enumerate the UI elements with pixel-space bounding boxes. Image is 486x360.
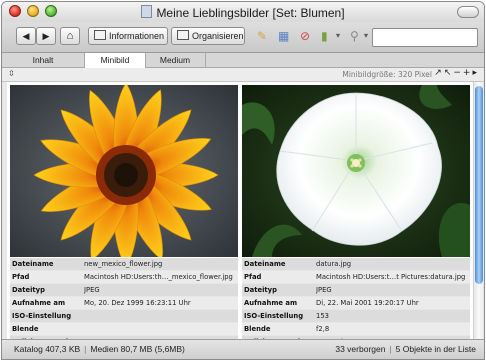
vertical-scrollbar[interactable]	[473, 82, 484, 340]
table-row: Blende	[10, 323, 238, 336]
sunflower-image	[10, 85, 238, 257]
battery-icon[interactable]: ▮	[321, 29, 328, 43]
table-row: Dateityp JPEG	[10, 284, 238, 297]
tab-inhalt[interactable]: Inhalt	[2, 53, 85, 67]
share-dropdown-icon[interactable]: ▾	[364, 29, 368, 43]
sort-icon[interactable]: ⇳	[8, 69, 15, 78]
status-bar: Katalog 407,3 KB | Medien 80,7 MB (5,6MB) …	[2, 339, 484, 359]
table-row: Blende f2,8	[242, 323, 470, 336]
thumbnail-toolbar: ⇳ Minibildgröße: 320 Pixel ↗↖−+▸	[2, 68, 484, 82]
table-row: Dateiname datura.jpg	[242, 258, 470, 271]
photo-datura[interactable]	[242, 85, 470, 257]
hidden-count: 33 verborgen	[335, 344, 386, 354]
catalog-size: Katalog 407,3 KB	[14, 344, 81, 354]
home-icon: ⌂	[66, 30, 74, 42]
battery-dropdown-icon[interactable]: ▾	[336, 29, 340, 43]
organize-icon	[177, 30, 189, 40]
share-icon[interactable]: ⚲	[350, 29, 359, 43]
info-button[interactable]: Informationen	[88, 27, 168, 45]
magic-wand-icon[interactable]: ✎	[257, 29, 267, 43]
delete-icon[interactable]: ⊘	[300, 29, 310, 43]
more-icon[interactable]: ▸	[472, 68, 479, 78]
table-row: Pfad Macintosh HD:Users:th…_mexico_flower…	[10, 271, 238, 284]
document-icon	[141, 5, 153, 18]
forward-button[interactable]: ▶	[36, 27, 56, 45]
table-row: ISO-Einstellung 153	[242, 310, 470, 323]
media-size: Medien 80,7 MB (5,6MB)	[90, 344, 185, 354]
expand-icon[interactable]: ↗	[434, 68, 444, 78]
metadata-table: Dateiname datura.jpg Pfad Macintosh HD:Use…	[242, 258, 470, 349]
app-window: Meine Lieblingsbilder [Set: Blumen] ◀ ▶ …	[1, 1, 485, 360]
title-bar: Meine Lieblingsbilder [Set: Blumen]	[2, 2, 484, 22]
table-row: Aufnahme am Mo, 20. Dez 1999 16:23:11 Uhr	[10, 297, 238, 310]
metadata-table: Dateiname new_mexico_flower.jpg Pfad Macin…	[10, 258, 238, 349]
zoom-out-icon[interactable]: −	[453, 68, 463, 78]
thumbnail-grid: Dateiname new_mexico_flower.jpg Pfad Macin…	[7, 82, 476, 349]
image-card[interactable]: Dateiname datura.jpg Pfad Macintosh HD:Use…	[242, 85, 470, 349]
slideshow-icon[interactable]: ▦	[278, 29, 289, 43]
forward-arrow-icon: ▶	[42, 31, 50, 41]
home-button[interactable]: ⌂	[60, 27, 80, 45]
toolbar: ◀ ▶ ⌂ Informationen Organisieren ✎ ▦ ⊘ ▮…	[2, 22, 484, 53]
thumbnail-size-label: Minibildgröße: 320 Pixel	[342, 70, 432, 79]
back-arrow-icon: ◀	[22, 31, 30, 41]
photo-new-mexico-flower[interactable]	[10, 85, 238, 257]
back-button[interactable]: ◀	[16, 27, 36, 45]
datura-image	[242, 85, 470, 257]
organize-button[interactable]: Organisieren	[171, 27, 245, 45]
window-title: Meine Lieblingsbilder [Set: Blumen]	[2, 5, 484, 20]
scrollbar-thumb[interactable]	[475, 86, 483, 284]
shrink-icon[interactable]: ↖	[444, 68, 454, 78]
table-row: Aufnahme am Di, 22. Mai 2001 19:20:17 Uhr	[242, 297, 470, 310]
toolbar-toggle-button[interactable]	[457, 6, 479, 18]
tab-minibild[interactable]: Minibild	[84, 53, 146, 68]
info-panel-icon	[94, 30, 106, 40]
table-row: Dateiname new_mexico_flower.jpg	[10, 258, 238, 271]
object-count: 5 Objekte in der Liste	[395, 344, 476, 354]
image-card[interactable]: Dateiname new_mexico_flower.jpg Pfad Macin…	[10, 85, 238, 349]
size-controls: ↗↖−+▸	[434, 68, 479, 78]
view-tabs: Inhalt Minibild Medium	[2, 53, 484, 68]
table-row: Pfad Macintosh HD:Users:t…t Pictures:datu…	[242, 271, 470, 284]
tab-medium[interactable]: Medium	[145, 53, 206, 67]
table-row: Dateityp JPEG	[242, 284, 470, 297]
search-input[interactable]	[372, 28, 478, 47]
table-row: ISO-Einstellung	[10, 310, 238, 323]
